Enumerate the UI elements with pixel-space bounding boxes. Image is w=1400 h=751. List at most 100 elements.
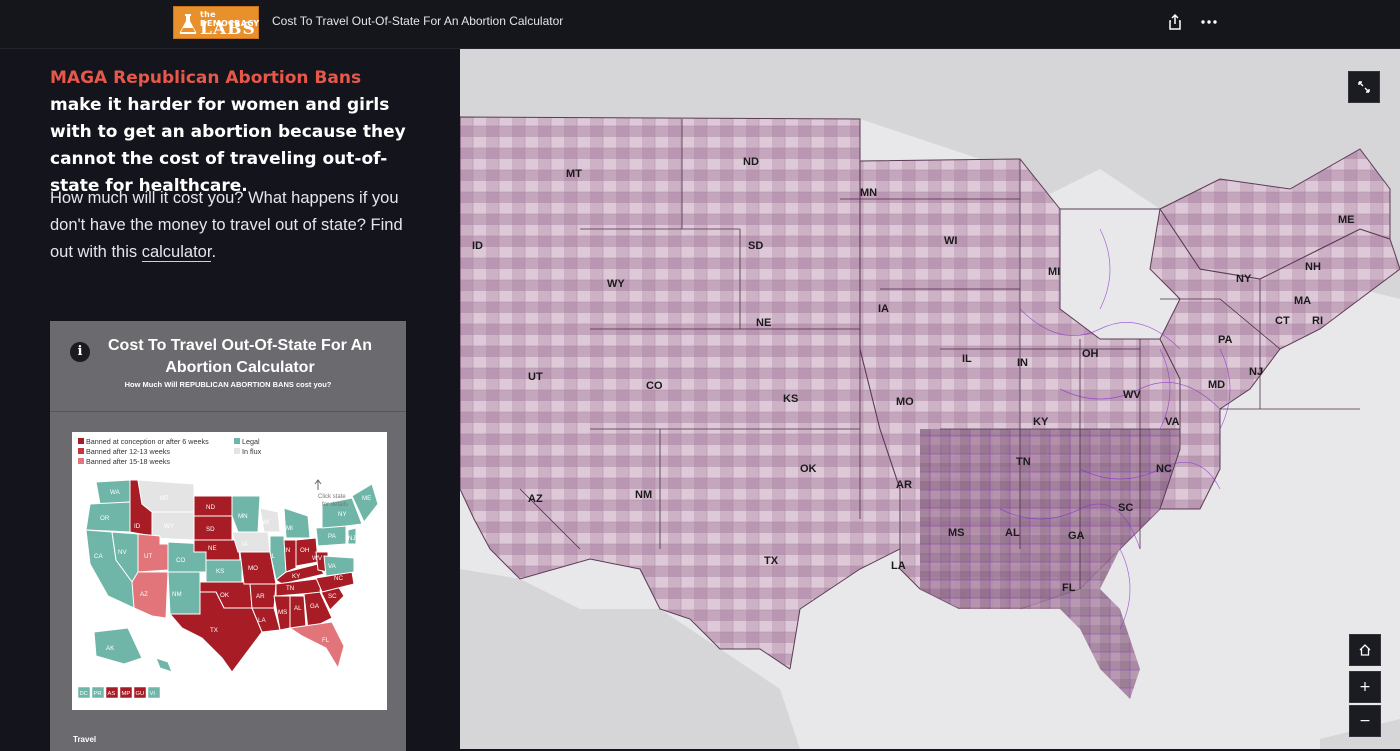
zoom-in-button[interactable]: + bbox=[1349, 671, 1381, 703]
mini-state-label: FL bbox=[322, 637, 330, 644]
mini-state-label: SD bbox=[206, 526, 215, 533]
headline-highlight: MAGA Republican Abortion Bans bbox=[50, 68, 362, 88]
state-label: AL bbox=[1005, 527, 1020, 539]
legend-swatch bbox=[78, 448, 84, 454]
mini-state-label: WV bbox=[312, 555, 323, 562]
state-label: NM bbox=[635, 489, 652, 501]
zoom-out-button[interactable]: − bbox=[1349, 705, 1381, 737]
state-label: AR bbox=[896, 479, 912, 491]
state-label: ME bbox=[1338, 214, 1355, 226]
state-label: MO bbox=[896, 396, 914, 408]
mini-state-label: TN bbox=[286, 585, 294, 592]
state-az bbox=[131, 571, 169, 619]
mini-state-label: AK bbox=[106, 645, 115, 652]
county-choropleth-map[interactable]: MT ND MN ID WI SD ME WY MI NY NH MA CT RI IA NE PA OH UT IL… bbox=[460, 49, 1400, 749]
more-options-icon[interactable] bbox=[1199, 13, 1219, 31]
legend-swatch bbox=[234, 438, 240, 444]
home-button[interactable] bbox=[1349, 634, 1381, 666]
body-text-end: . bbox=[211, 243, 217, 261]
legend-swatch bbox=[234, 448, 240, 454]
territory-label: VI bbox=[150, 691, 156, 697]
body-text-lead: How much will it cost you? What happens … bbox=[50, 189, 403, 261]
mini-state-label: NV bbox=[118, 549, 127, 556]
mini-state-label: TX bbox=[210, 627, 218, 634]
mini-state-label: NC bbox=[334, 575, 343, 582]
legend-label: Banned after 12-13 weeks bbox=[86, 447, 170, 456]
click-hint-line-1: Click state bbox=[318, 494, 346, 500]
calculator-link[interactable]: calculator bbox=[141, 243, 212, 262]
democracy-labs-logo[interactable]: the DEMOCRACY LABS bbox=[173, 6, 259, 39]
state-label: UT bbox=[528, 371, 543, 383]
mini-state-label: CO bbox=[176, 557, 185, 564]
state-label: MN bbox=[860, 187, 877, 199]
state-ia bbox=[231, 531, 271, 553]
mini-state-label: AZ bbox=[140, 591, 148, 598]
mini-state-label: OR bbox=[100, 515, 110, 522]
abortion-ban-map-graphic[interactable]: Banned at conception or after 6 weeksBan… bbox=[72, 432, 387, 710]
mini-state-label: MI bbox=[286, 525, 293, 532]
state-label: WY bbox=[607, 278, 625, 290]
state-label: ID bbox=[472, 240, 483, 252]
state-label: ND bbox=[743, 156, 759, 168]
state-label: RI bbox=[1312, 315, 1323, 327]
state-label: KY bbox=[1033, 416, 1049, 428]
state-label: MI bbox=[1048, 266, 1060, 278]
abortion-ban-map[interactable]: Banned at conception or after 6 weeks Ban… bbox=[72, 432, 387, 710]
state-label: NY bbox=[1236, 273, 1252, 285]
calculator-embed-card[interactable]: i Cost To Travel Out-Of-State For An Abo… bbox=[50, 321, 406, 751]
narrative-panel: MAGA Republican Abortion Bans make it ha… bbox=[0, 49, 460, 751]
mini-state-label: WA bbox=[110, 489, 121, 496]
mini-state-label: AR bbox=[256, 593, 265, 600]
card-footer-label: Travel bbox=[73, 735, 97, 744]
state-al bbox=[289, 595, 307, 629]
state-label: KS bbox=[783, 393, 798, 405]
state-label: MD bbox=[1208, 379, 1225, 391]
state-ut bbox=[137, 533, 169, 573]
state-in bbox=[283, 539, 297, 573]
mini-state-label: ND bbox=[206, 504, 215, 511]
state-label: OK bbox=[800, 463, 817, 475]
state-label: TX bbox=[764, 555, 779, 567]
mini-state-label: IL bbox=[270, 553, 276, 560]
pointer-icon bbox=[314, 479, 322, 490]
state-label: LA bbox=[891, 560, 906, 572]
mini-state-label: HI bbox=[160, 673, 166, 680]
mini-state-label: NM bbox=[172, 591, 182, 598]
territory-label: GU bbox=[136, 691, 145, 697]
state-label: FL bbox=[1062, 582, 1076, 594]
info-icon[interactable]: i bbox=[70, 342, 90, 362]
flask-icon bbox=[179, 14, 197, 34]
state-label: SC bbox=[1118, 502, 1133, 514]
mini-state-label: PA bbox=[328, 533, 337, 540]
state-label: IA bbox=[878, 303, 889, 315]
share-icon[interactable] bbox=[1166, 13, 1184, 31]
state-label: PA bbox=[1218, 334, 1233, 346]
territory-buttons[interactable]: DC PR AS MP GU VI bbox=[77, 686, 161, 699]
state-label: TN bbox=[1016, 456, 1031, 468]
mini-state-label: CA bbox=[94, 553, 103, 560]
state-label: AZ bbox=[528, 493, 543, 505]
mini-state-label: VA bbox=[328, 563, 337, 570]
mini-state-label: NJ bbox=[348, 535, 356, 542]
main-map-view[interactable]: MT ND MN ID WI SD ME WY MI NY NH MA CT RI IA NE PA OH UT IL… bbox=[460, 49, 1400, 749]
state-label: NE bbox=[756, 317, 771, 329]
legend-swatch bbox=[78, 458, 84, 464]
mini-state-label: UT bbox=[144, 553, 152, 560]
state-label: IN bbox=[1017, 357, 1028, 369]
click-hint: Click state for details bbox=[314, 479, 348, 508]
narrative-headline: MAGA Republican Abortion Bans make it ha… bbox=[50, 65, 410, 200]
territory-label: AS bbox=[108, 691, 116, 697]
expand-button[interactable] bbox=[1348, 71, 1380, 103]
mini-state-label: IA bbox=[242, 541, 249, 548]
state-label: VA bbox=[1165, 416, 1180, 428]
legend-label: In flux bbox=[242, 447, 262, 456]
state-label: IL bbox=[962, 353, 972, 365]
mini-state-label: WI bbox=[262, 519, 270, 526]
legend-swatch bbox=[78, 438, 84, 444]
mini-state-label: LA bbox=[258, 617, 266, 624]
mini-state-label: SC bbox=[328, 593, 337, 600]
mini-state-label: MT bbox=[160, 495, 169, 502]
headline-text: make it harder for women and girls with … bbox=[50, 95, 406, 196]
state-label: MT bbox=[566, 168, 582, 180]
card-subtitle: How Much Will REPUBLICAN ABORTION BANS c… bbox=[124, 380, 332, 389]
